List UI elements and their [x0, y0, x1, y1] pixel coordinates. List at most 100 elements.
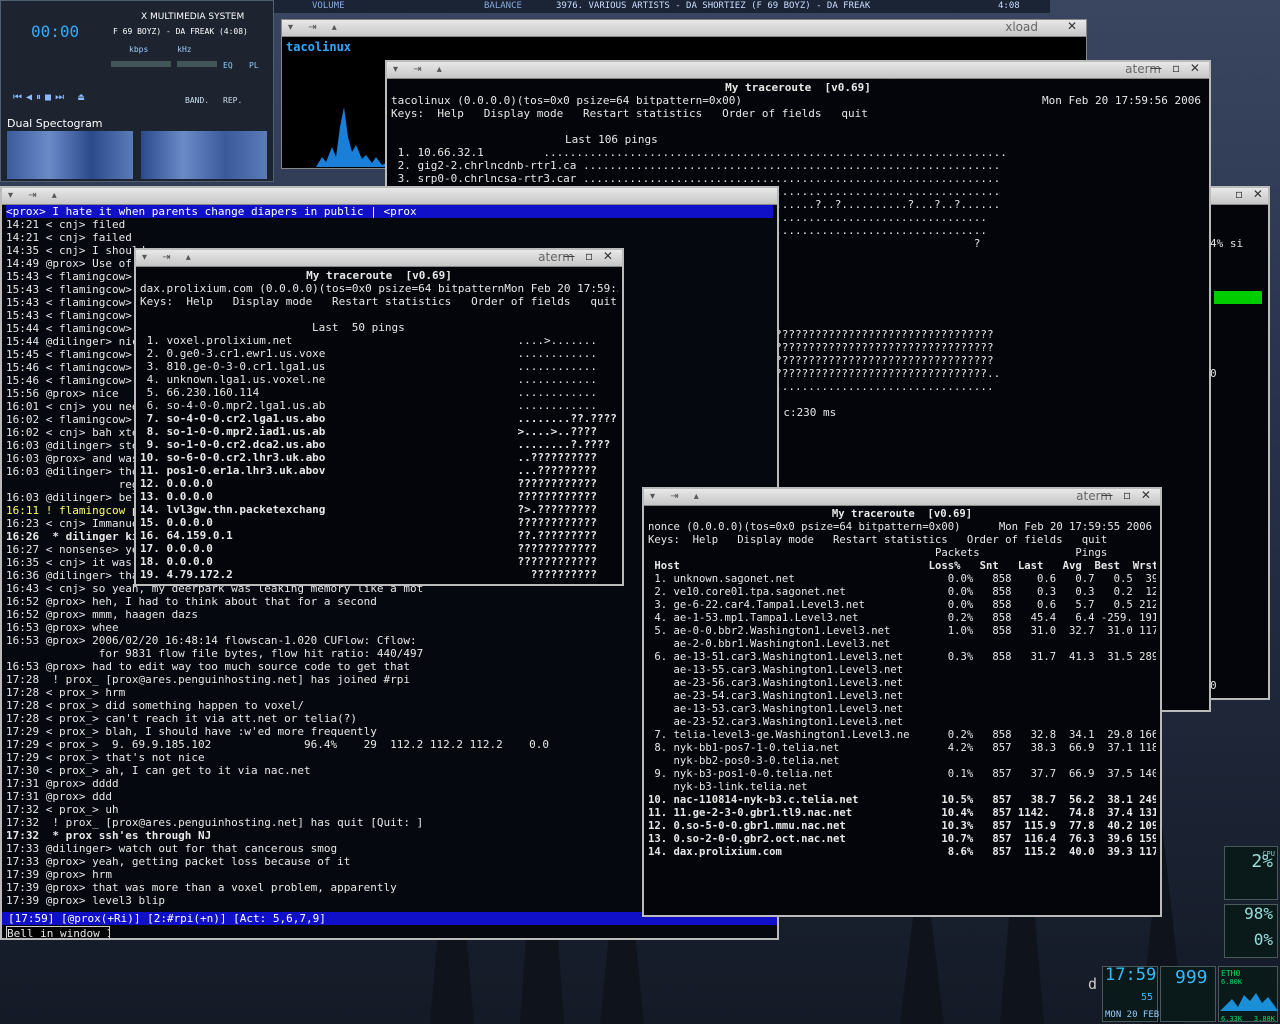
- list-item: 1. 10.66.32.1 ..........................…: [391, 146, 1007, 159]
- xmms-top-bar: VOLUME BALANCE 3976. VARIOUS ARTISTS - D…: [274, 0, 1050, 13]
- balance-label: BALANCE: [484, 1, 522, 11]
- window-controls-icon[interactable]: — ▫ ✕: [1101, 489, 1154, 502]
- close-icon[interactable]: ✕: [1067, 20, 1080, 33]
- list-item: 9. so-1-0-0.cr2.dca2.us.abo ........?.??…: [140, 438, 611, 451]
- table-row: nyk-bb2-pos0-3-0.telia.net: [648, 755, 840, 767]
- mtr-header: My traceroute [v0.69]: [725, 81, 871, 94]
- clock-dockapp: 17:59 55 MON 20 FEB: [1102, 966, 1159, 1022]
- prev-button[interactable]: ⏮: [13, 92, 26, 103]
- window-controls-icon[interactable]: ▫ ✕: [1235, 188, 1266, 201]
- table-row: 13. 0.so-2-0-0.gbr2.oct.nac.net 10.7% 85…: [648, 833, 1156, 845]
- network-dockapp: ETH0 6.80K 6.33K 3.88K: [1218, 966, 1278, 1023]
- pause-button[interactable]: ⏸: [36, 92, 45, 103]
- table-row: ae-23-56.car3.Washington1.Level3.net: [648, 677, 904, 689]
- cpu-percent: 4% si: [1210, 237, 1244, 250]
- mtr-date: Mon Feb 20 17:59:56 2006: [1042, 94, 1201, 107]
- mtr-keys: Keys: Help Display mode Restart statisti…: [391, 107, 868, 120]
- xmms-title: X MULTIMEDIA SYSTEM: [141, 12, 245, 22]
- list-item: 16. 64.159.0.1 ??.?????????: [140, 529, 597, 542]
- list-item: 13. 0.0.0.0 ????????????: [140, 490, 597, 503]
- table-row: 11. 11.ge-2-3-0.gbr1.tl9.nac.net 10.4% 8…: [648, 807, 1156, 819]
- table-row: 1. unknown.sagonet.net 0.0% 858 0.6 0.7 …: [648, 573, 1156, 585]
- mtr-header: My traceroute [v0.69]: [831, 508, 973, 520]
- xmms-song: F 69 BOYZ) - DA FREAK (4:08): [113, 27, 248, 36]
- mtr-keys: Keys: Help Display mode Restart statisti…: [648, 534, 1108, 546]
- table-row: 8. nyk-bb1-pos7-1-0.telia.net 4.2% 857 3…: [648, 742, 1156, 754]
- memory-dockapp: 98% 0%: [1224, 904, 1278, 958]
- list-item: 8. so-1-0-0.mpr2.iad1.us.ab >....>..????: [140, 425, 597, 438]
- table-row: 10. nac-110814-nyk-b3.c.telia.net 10.5% …: [648, 794, 1156, 806]
- next-button[interactable]: ⏭: [55, 92, 68, 103]
- aterm-mtr-dax[interactable]: ▾ ⇥ ▴ aterm — ▫ ✕ My traceroute [v0.69] da…: [134, 248, 624, 586]
- table-row: 5. ae-0-0.bbr2.Washington1.Level3.net 1.…: [648, 625, 1156, 637]
- playlist-time: 4:08: [998, 1, 1020, 11]
- table-row: 14. dax.prolixium.com 8.6% 857 115.2 40.…: [648, 846, 1156, 858]
- window-menu-icons[interactable]: ▾ ⇥ ▴: [288, 21, 343, 34]
- xmms-player: X MULTIMEDIA SYSTEM 00:00 F 69 BOYZ) - D…: [0, 0, 274, 182]
- dual-spectogram-label: Dual Spectogram: [7, 117, 103, 130]
- volume-slider[interactable]: [111, 61, 171, 67]
- list-item: 19. 4.79.172.2 ??????????: [140, 568, 597, 581]
- net-graph: [1220, 993, 1278, 1011]
- eject-button[interactable]: ⏏: [78, 92, 88, 103]
- mtr-hostline: dax.prolixium.com (0.0.0.0)(tos=0x0 psiz…: [140, 282, 618, 295]
- rep-button[interactable]: REP.: [223, 94, 242, 107]
- irc-input[interactable]: Bell in window 1: [6, 926, 110, 938]
- swap-value: 0%: [1253, 930, 1273, 949]
- list-item: 14:21 < cnj> filed: [6, 218, 126, 231]
- window-menu-icons[interactable]: ▾ ⇥ ▴: [142, 251, 197, 264]
- memory-value: 98%: [1244, 904, 1273, 923]
- battery-dockapp: 999: [1160, 966, 1216, 1022]
- eq-button[interactable]: EQ: [223, 59, 233, 72]
- aterm-mtr-nonce[interactable]: ▾ ⇥ ▴ aterm — ▫ ✕ My traceroute [v0.69] no…: [642, 487, 1162, 917]
- mtr-last-pings: Last 50 pings: [312, 321, 405, 334]
- window-menu-icons[interactable]: ▾ ⇥ ▴: [8, 189, 63, 202]
- green-bar: [1214, 291, 1262, 304]
- irc-topic: <prox> I hate it when parents change dia…: [6, 205, 773, 218]
- spectogram-left: [7, 131, 133, 179]
- list-item: 18. 0.0.0.0 ????????????: [140, 555, 597, 568]
- window-controls-icon[interactable]: — ▫ ✕: [563, 250, 616, 263]
- list-item: 2. 0.ge0-3.cr1.ewr1.us.voxe ............: [140, 347, 597, 360]
- pl-button[interactable]: PL: [249, 59, 259, 72]
- table-row: 9. nyk-b3-pos1-0-0.telia.net 0.1% 857 37…: [648, 768, 1156, 780]
- mtr-date: Mon Feb 20 17:59:55 2006: [998, 521, 1152, 533]
- playlist-current[interactable]: 3976. VARIOUS ARTISTS - DA SHORTIEZ (F 6…: [556, 0, 870, 13]
- mtr-last-pings: Last 106 pings: [565, 133, 658, 146]
- list-item: 1. voxel.prolixium.net ....>.......: [140, 334, 597, 347]
- table-row: 7. telia-level3-ge.Washington1.Level3.ne…: [648, 729, 1156, 741]
- khz-label: kHz: [177, 45, 192, 54]
- stop-button[interactable]: ■: [45, 92, 55, 103]
- table-row: 4. ae-1-53.mp1.Tampa1.Level3.net 0.2% 85…: [648, 612, 1156, 624]
- window-controls-icon[interactable]: — ▫ ✕: [1150, 62, 1203, 75]
- table-row: ae-13-55.car3.Washington1.Level3.net: [648, 664, 904, 676]
- balance-slider[interactable]: [177, 61, 217, 67]
- mtr-hostline: tacolinux (0.0.0.0)(tos=0x0 psize=64 bit…: [391, 94, 742, 107]
- net-in: 3.88K: [1253, 1015, 1275, 1023]
- list-item: 11. pos1-0.er1a.lhr3.uk.abov ...????????…: [140, 464, 597, 477]
- table-row: 2. ve10.core01.tpa.sagonet.net 0.0% 858 …: [648, 586, 1156, 598]
- list-item: 2. gig2-2.chrlncdnb-rtr1.ca ............…: [391, 159, 1001, 172]
- desktop-letter: d: [1088, 975, 1098, 993]
- list-item: 14:21 < cnj> failed: [6, 231, 132, 244]
- list-item: 6. so-4-0-0.mpr2.lga1.us.ab ............: [140, 399, 597, 412]
- aterm-background-right: ▫ ✕ 4% si 0 0: [1208, 186, 1270, 700]
- xload-host: tacolinux: [286, 40, 352, 54]
- rewind-button[interactable]: ◀: [26, 92, 36, 103]
- list-item: 3. srp0-0.chrlncsa-rtr3.car ............…: [391, 172, 1001, 185]
- cpu-dockapp: CPU 2%: [1224, 846, 1278, 900]
- window-title: xload: [1005, 20, 1038, 34]
- table-row: 3. ge-6-22.car4.Tampa1.Level3.net 0.0% 8…: [648, 599, 1156, 611]
- spectogram-right: [141, 131, 267, 179]
- table-row: ae-23-54.car3.Washington1.Level3.net: [648, 690, 904, 702]
- list-item: 4. unknown.lga1.us.voxel.ne ............: [140, 373, 597, 386]
- window-menu-icons[interactable]: ▾ ⇥ ▴: [393, 63, 448, 76]
- table-row: 6. ae-13-51.car3.Washington1.Level3.net …: [648, 651, 1156, 663]
- mtr-group-headers: Packets Pings: [648, 547, 1108, 559]
- list-item: 7. so-4-0-0.cr2.lga1.us.abo ........??.?…: [140, 412, 617, 425]
- volume-label: VOLUME: [312, 1, 345, 11]
- window-menu-icons[interactable]: ▾ ⇥ ▴: [650, 490, 705, 503]
- band-button[interactable]: BAND.: [185, 94, 209, 107]
- mtr-keys: Keys: Help Display mode Restart statisti…: [140, 295, 617, 308]
- list-item: 14. lvl3gw.thn.packetexchang ?>.????????…: [140, 503, 597, 516]
